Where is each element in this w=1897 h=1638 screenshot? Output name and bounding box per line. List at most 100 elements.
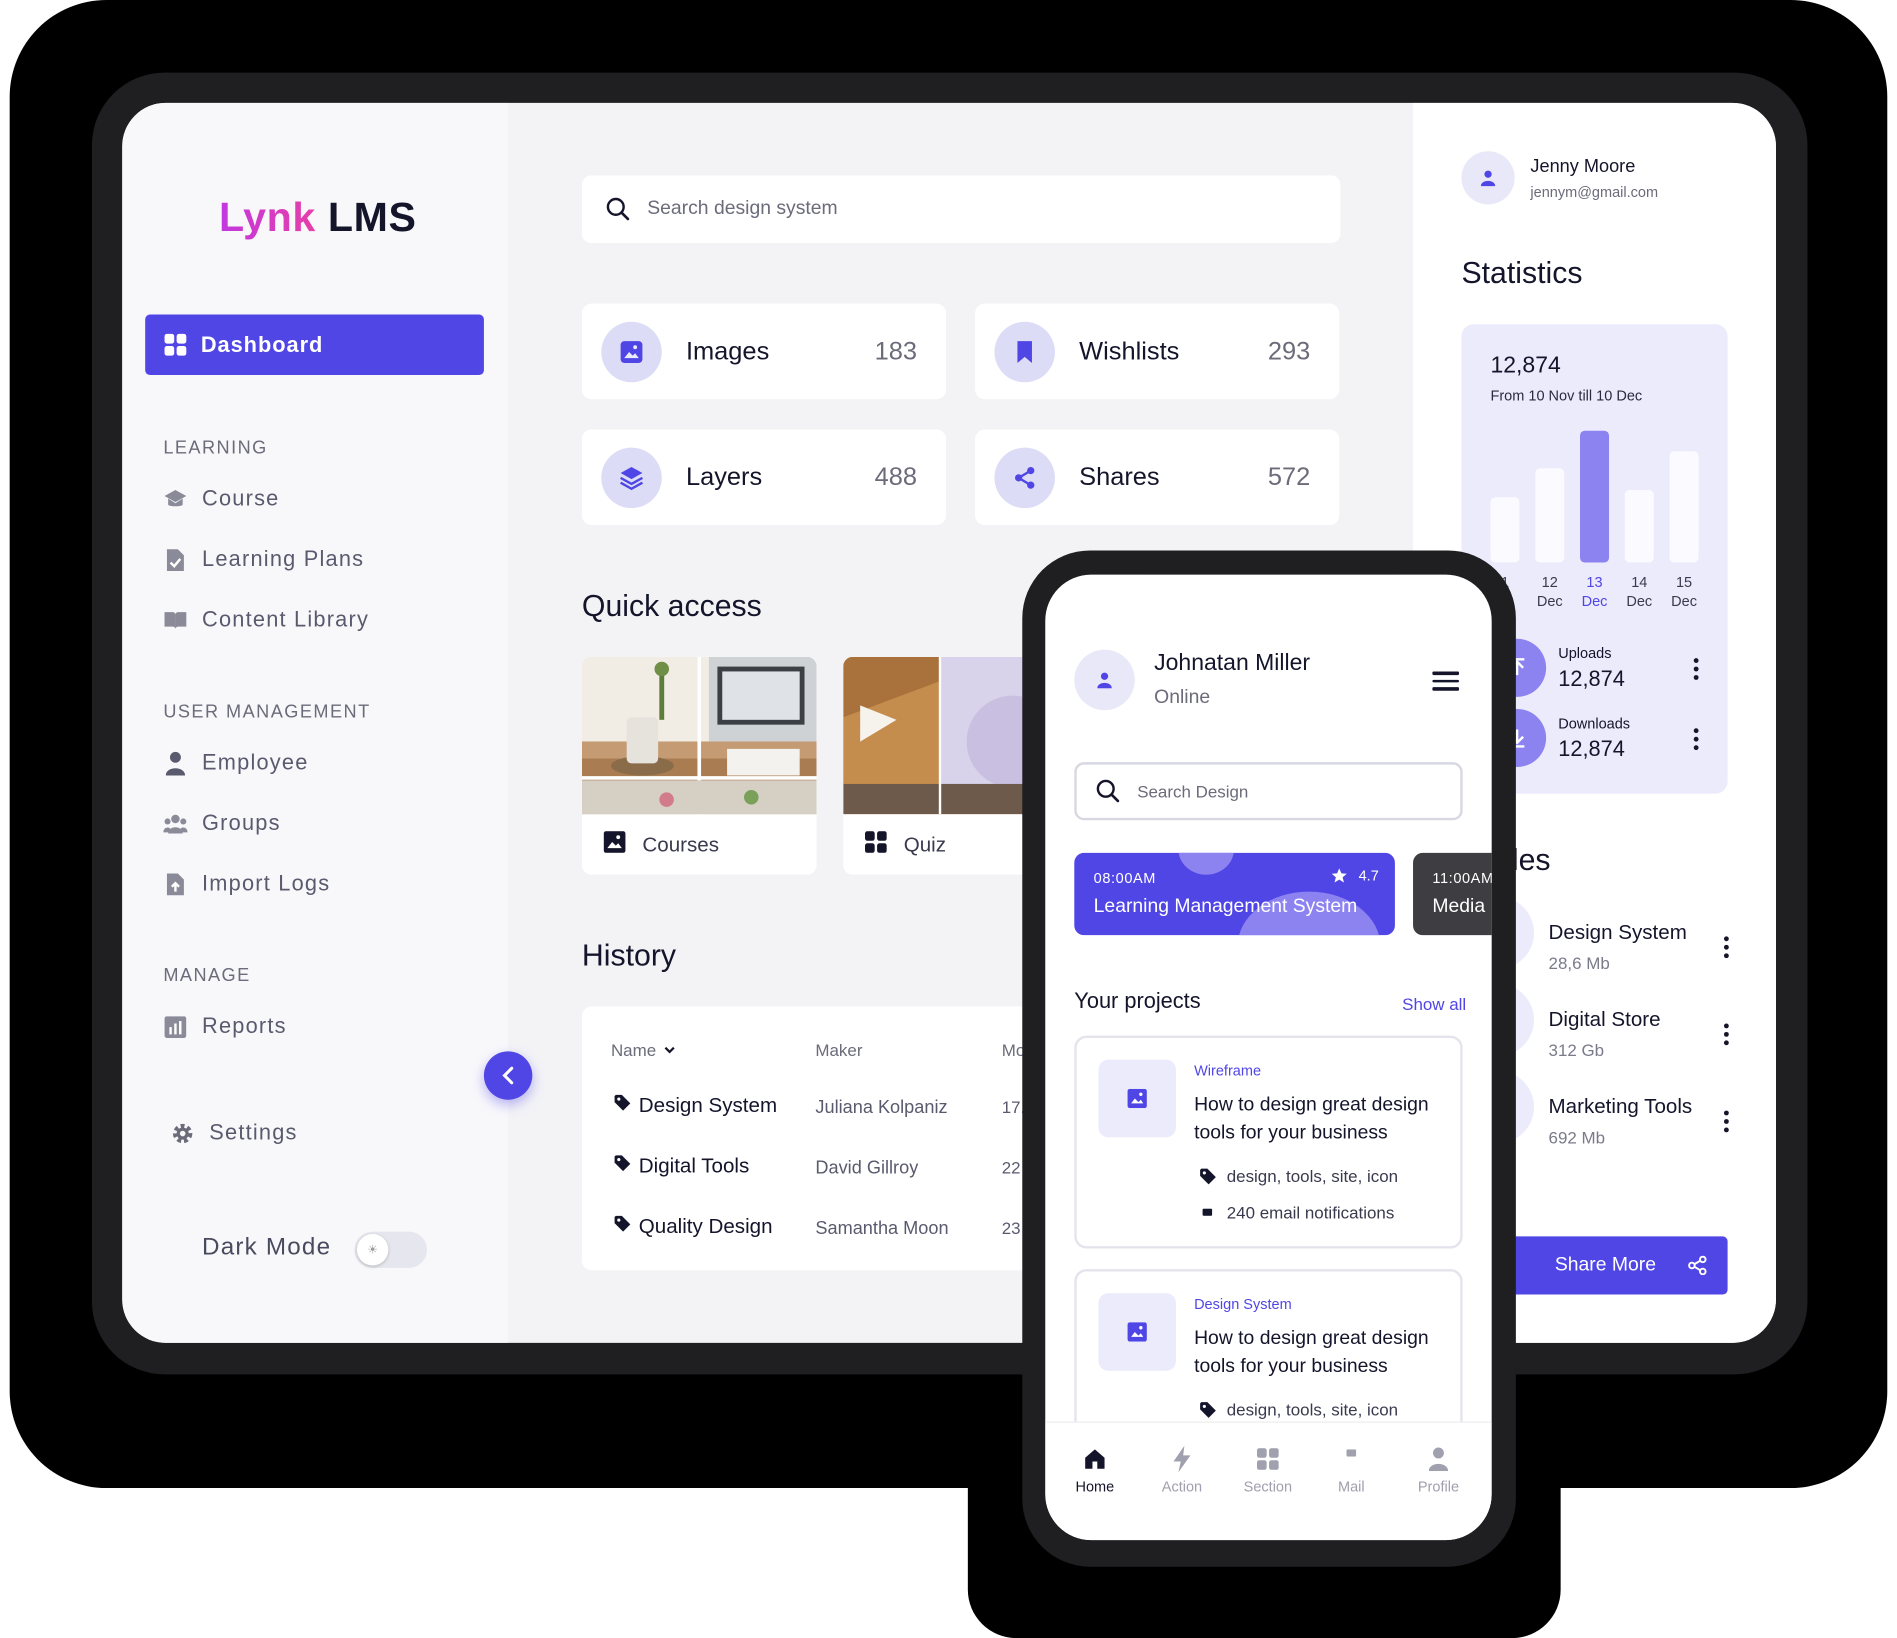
share-icon xyxy=(1687,1255,1707,1276)
sidebar-item-label: Settings xyxy=(209,1120,298,1145)
project-tags: design, tools, site, icon xyxy=(1198,1166,1398,1186)
project-title: How to design great design tools for you… xyxy=(1194,1094,1429,1144)
table-row[interactable]: Digital Tools xyxy=(613,1154,749,1178)
logo-suffix: LMS xyxy=(327,194,417,241)
share-button-label: Share More xyxy=(1554,1254,1656,1276)
collapse-sidebar-button[interactable] xyxy=(483,1051,533,1100)
hamburger-menu-icon[interactable] xyxy=(1432,671,1460,691)
sidebar-item-content-library[interactable]: Content Library xyxy=(163,607,369,632)
column-header-maker[interactable]: Maker xyxy=(815,1040,862,1059)
sidebar-item-label: Groups xyxy=(202,810,281,835)
more-options-icon[interactable] xyxy=(1693,658,1699,680)
history-table: Name Maker Mo Design System Juliana Kolp… xyxy=(581,1006,1091,1271)
stat-card-images[interactable]: Images 183 xyxy=(581,303,947,400)
file-upload-icon xyxy=(163,872,187,896)
user-icon xyxy=(163,751,187,775)
sidebar-item-label: Reports xyxy=(202,1013,287,1039)
row-modified: 22 xyxy=(1001,1157,1021,1178)
chart-bar[interactable] xyxy=(1535,468,1565,563)
graduation-cap-icon xyxy=(163,487,187,511)
tab-section[interactable]: Section xyxy=(1226,1445,1311,1496)
event-card[interactable]: 11:00AM Media xyxy=(1413,852,1492,936)
avatar[interactable] xyxy=(1461,151,1515,205)
chart-tick-label: 15 Dec xyxy=(1671,573,1697,610)
more-options-icon[interactable] xyxy=(1723,1110,1729,1133)
user-email: jennym@gmail.com xyxy=(1530,183,1659,201)
tab-mail[interactable]: Mail xyxy=(1309,1445,1394,1495)
sidebar-item-reports[interactable]: Reports xyxy=(163,1014,286,1039)
user-icon xyxy=(1480,170,1496,187)
section-label-manage: MANAGE xyxy=(163,965,251,986)
file-name[interactable]: Marketing Tools xyxy=(1549,1095,1693,1119)
stat-card-layers[interactable]: Layers 488 xyxy=(581,429,947,526)
sidebar-item-settings[interactable]: Settings xyxy=(171,1120,298,1145)
tab-action[interactable]: Action xyxy=(1140,1445,1225,1495)
dark-mode-toggle[interactable]: ☀ xyxy=(354,1231,428,1268)
stat-card-shares[interactable]: Shares 572 xyxy=(975,429,1340,526)
star-icon xyxy=(1331,868,1347,883)
app-logo[interactable]: Lynk LMS xyxy=(219,195,417,242)
file-name[interactable]: Digital Store xyxy=(1549,1008,1661,1032)
sidebar-item-label: Learning Plans xyxy=(202,546,365,572)
stat-value: 183 xyxy=(874,336,918,365)
search-icon xyxy=(606,197,630,221)
search-input[interactable]: Search design system xyxy=(581,175,1341,244)
sidebar-item-groups[interactable]: Groups xyxy=(163,811,280,836)
tab-label: Home xyxy=(1075,1478,1115,1496)
image-icon xyxy=(603,831,626,859)
sidebar-item-dashboard[interactable]: Dashboard xyxy=(145,314,484,376)
more-options-icon[interactable] xyxy=(1723,936,1729,959)
tag-icon xyxy=(613,1215,631,1239)
file-name[interactable]: Design System xyxy=(1549,921,1687,945)
project-tags: design, tools, site, icon xyxy=(1198,1400,1398,1419)
chart-bar[interactable] xyxy=(1490,497,1520,563)
bar-chart-icon xyxy=(163,1014,187,1038)
tag-icon xyxy=(613,1154,631,1178)
quick-access-courses[interactable]: Courses xyxy=(581,656,817,875)
section-label-user-management: USER MANAGEMENT xyxy=(163,701,371,723)
phone-search-input[interactable]: Search Design xyxy=(1074,762,1463,821)
more-options-icon[interactable] xyxy=(1693,728,1699,751)
more-options-icon[interactable] xyxy=(1723,1023,1729,1046)
stat-label: Shares xyxy=(1079,462,1160,491)
uploads-value: 12,874 xyxy=(1558,666,1625,691)
sidebar-item-import-logs[interactable]: Import Logs xyxy=(163,871,330,896)
event-card[interactable]: 08:00AM 4.7 Learning Management System xyxy=(1074,852,1395,936)
chart-bar[interactable] xyxy=(1579,430,1610,563)
logo-brand: Lynk xyxy=(218,194,316,241)
search-placeholder: Search design system xyxy=(647,198,838,219)
sidebar-item-label: Employee xyxy=(202,750,309,775)
image-icon xyxy=(1098,1059,1176,1138)
show-all-link[interactable]: Show all xyxy=(1402,994,1466,1013)
tag-icon xyxy=(613,1094,631,1118)
phone-screen: Johnatan Miller Online Search Design 08:… xyxy=(1045,574,1492,1541)
tab-profile[interactable]: Profile xyxy=(1396,1445,1481,1495)
file-check-icon xyxy=(163,547,187,571)
sidebar-item-label: Import Logs xyxy=(202,871,331,896)
table-row[interactable]: Design System xyxy=(613,1094,777,1118)
downloads-label: Downloads xyxy=(1558,714,1631,732)
sidebar-item-course[interactable]: Course xyxy=(163,486,279,511)
project-title: How to design great design tools for you… xyxy=(1194,1328,1429,1377)
sidebar-item-learning-plans[interactable]: Learning Plans xyxy=(163,547,364,572)
user-name: Jenny Moore xyxy=(1530,156,1636,177)
rating-value: 4.7 xyxy=(1358,867,1379,885)
share-icon xyxy=(994,447,1055,508)
sidebar-item-employee[interactable]: Employee xyxy=(163,750,308,775)
event-title: Media xyxy=(1432,896,1486,918)
stat-label: Wishlists xyxy=(1079,336,1180,365)
row-maker: David Gillroy xyxy=(815,1157,919,1179)
stat-value: 488 xyxy=(874,462,918,491)
chart-bar[interactable] xyxy=(1669,451,1699,563)
tab-label: Section xyxy=(1243,1478,1293,1496)
avatar[interactable] xyxy=(1074,649,1135,711)
tab-home[interactable]: Home xyxy=(1053,1445,1138,1496)
table-row[interactable]: Quality Design xyxy=(613,1215,773,1239)
courses-thumbnail xyxy=(581,656,817,815)
phone-user-status: Online xyxy=(1154,687,1211,708)
stat-card-wishlists[interactable]: Wishlists 293 xyxy=(975,303,1340,400)
lightning-icon xyxy=(1140,1445,1225,1474)
chart-bar[interactable] xyxy=(1624,489,1654,563)
column-header-name[interactable]: Name xyxy=(611,1040,676,1060)
project-card[interactable]: Wireframe How to design great design too… xyxy=(1074,1035,1463,1249)
